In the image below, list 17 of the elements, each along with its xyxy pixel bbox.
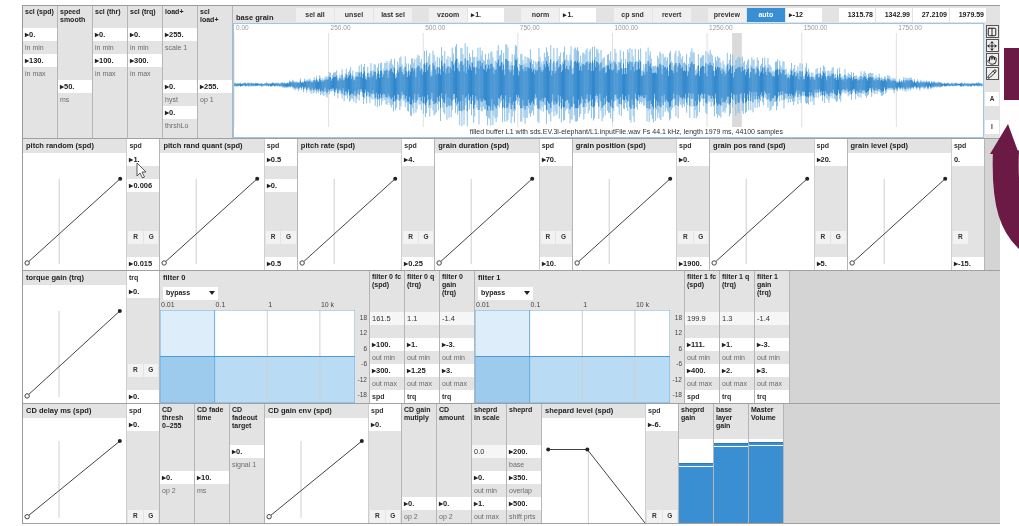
meter-fill [679,462,713,523]
filter-response-drawing[interactable] [475,310,670,403]
pencil-tool-button[interactable] [985,67,999,80]
split-tool-button[interactable] [985,25,999,38]
cursor-icon [136,162,147,179]
move-tool-button[interactable] [985,39,999,52]
caret-icon [209,291,215,295]
hand-icon [987,54,997,65]
move-icon [987,40,997,51]
hand-tool-button[interactable] [985,53,999,66]
caret-icon [524,291,530,295]
annotation-bar [1004,48,1019,100]
pencil-icon [987,68,997,79]
waveform-drawing[interactable] [234,33,983,127]
filter-response-drawing[interactable] [160,310,355,403]
level-meter[interactable] [679,439,713,523]
split-view-icon [987,26,997,37]
